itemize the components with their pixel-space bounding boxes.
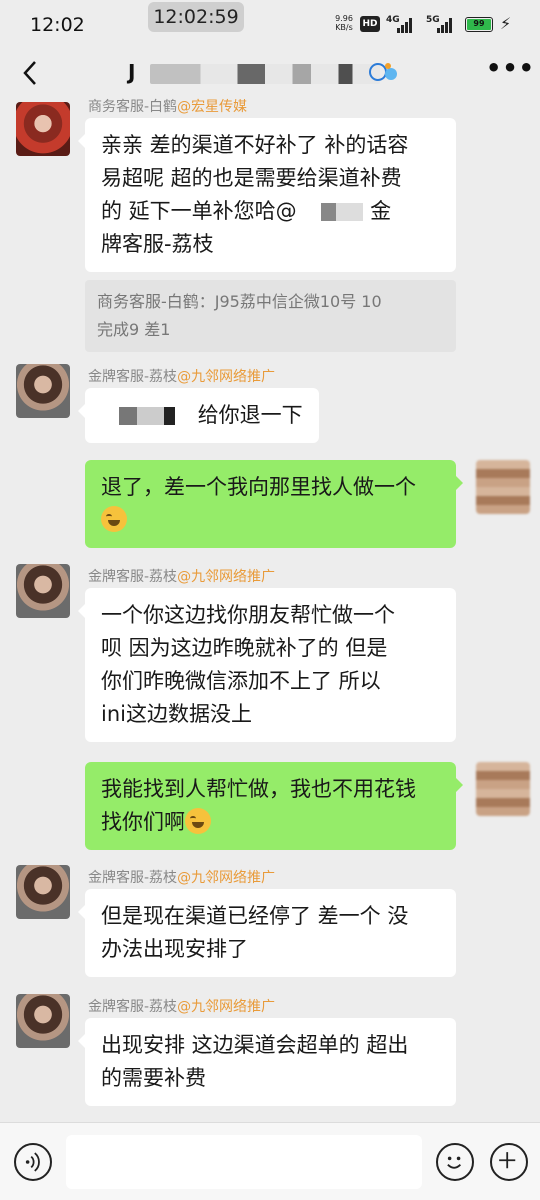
message-line: 办法出现安排了 xyxy=(101,937,248,961)
charging-icon: ⚡ xyxy=(500,14,512,33)
message-text: 给你退一下 xyxy=(197,403,303,427)
message-line: 牌客服-荔枝 xyxy=(101,232,214,256)
message-list[interactable]: 商务客服-白鹤@宏星传媒 亲亲 差的渠道不好补了 补的话容 易超呢 超的也是需要… xyxy=(0,98,540,1122)
quote-line: 完成9 差1 xyxy=(97,320,171,339)
redacted-title xyxy=(150,64,380,84)
signal-bars-icon xyxy=(397,17,415,33)
sender-label: 金牌客服-荔枝@九邻网络推广 xyxy=(88,996,275,1016)
facepalm-emoji-icon xyxy=(101,506,127,532)
message-line: 的 延下一单补您哈@ 金 xyxy=(101,195,440,228)
avatar[interactable] xyxy=(16,102,70,156)
more-options-icon[interactable]: ••• xyxy=(486,54,535,82)
message-line: 出现安排 这边渠道会超单的 超出 xyxy=(101,1033,409,1057)
message-line: 找你们啊 xyxy=(101,810,185,834)
network-speed-unit: KB/s xyxy=(335,23,353,32)
avatar[interactable] xyxy=(476,460,530,514)
battery-level: 99 xyxy=(467,19,491,30)
sender-name: 金牌客服-荔枝 xyxy=(88,870,178,886)
battery-icon: 99 xyxy=(465,17,493,32)
sender-name: 金牌客服-荔枝 xyxy=(88,999,178,1015)
sender-org: @九邻网络推广 xyxy=(177,870,276,886)
network-speed: 9.96 KB/s xyxy=(331,14,357,32)
message-line: 亲亲 差的渠道不好补了 补的话容 xyxy=(101,133,409,157)
message-bubble[interactable]: 退了，差一个我向那里找人做一个 xyxy=(85,460,463,548)
message-line: 呗 因为这边昨晚就补了的 但是 xyxy=(101,636,388,660)
status-bar: 12:02 12:02:59 9.96 KB/s HD 4G 5G 99 ⚡ xyxy=(0,0,540,50)
message-line: ini这边数据没上 xyxy=(101,702,252,726)
redacted-mention xyxy=(101,407,191,425)
input-bar xyxy=(0,1122,540,1200)
add-more-icon[interactable] xyxy=(490,1143,528,1181)
avatar[interactable] xyxy=(16,865,70,919)
voice-input-icon[interactable] xyxy=(14,1143,52,1181)
redacted-mention xyxy=(303,203,364,221)
sender-label: 金牌客服-荔枝@九邻网络推广 xyxy=(88,566,275,586)
quote-line: 商务客服-白鹤：J95荔中信企微10号 10 xyxy=(97,292,382,311)
avatar[interactable] xyxy=(16,994,70,1048)
mention-tail: 金 xyxy=(370,199,392,223)
back-arrow-icon[interactable] xyxy=(16,58,46,88)
message-line: 你们昨晚微信添加不上了 所以 xyxy=(101,669,381,693)
mention-prefix: 的 延下一单补您哈@ xyxy=(101,199,297,223)
message-bubble[interactable]: 给你退一下 xyxy=(78,388,319,443)
message-bubble[interactable]: 亲亲 差的渠道不好补了 补的话容 易超呢 超的也是需要给渠道补费 的 延下一单补… xyxy=(78,118,456,272)
wecom-verified-icon xyxy=(369,63,397,81)
screen-recording-clock: 12:02:59 xyxy=(148,2,244,32)
message-input[interactable] xyxy=(66,1135,422,1189)
sender-name: 金牌客服-荔枝 xyxy=(88,369,178,385)
message-line: 一个你这边找你朋友帮忙做一个 xyxy=(101,603,395,627)
avatar[interactable] xyxy=(16,564,70,618)
message-line: 我能找到人帮忙做，我也不用花钱 xyxy=(101,777,416,801)
quoted-message[interactable]: 商务客服-白鹤：J95荔中信企微10号 10 完成9 差1 xyxy=(85,280,456,352)
sender-org: @宏星传媒 xyxy=(177,99,248,115)
message-line: 易超呢 超的也是需要给渠道补费 xyxy=(101,166,402,190)
sender-name: 金牌客服-荔枝 xyxy=(88,569,178,585)
avatar[interactable] xyxy=(16,364,70,418)
sender-label: 金牌客服-荔枝@九邻网络推广 xyxy=(88,867,275,887)
sender-org: @九邻网络推广 xyxy=(177,369,276,385)
chat-header: J ••• xyxy=(0,50,540,98)
chat-title: J xyxy=(128,60,137,84)
hd-voice-icon: HD xyxy=(360,16,380,32)
sender-label: 金牌客服-荔枝@九邻网络推广 xyxy=(88,366,275,386)
message-line: 但是现在渠道已经停了 差一个 没 xyxy=(101,904,409,928)
message-bubble[interactable]: 一个你这边找你朋友帮忙做一个 呗 因为这边昨晚就补了的 但是 你们昨晚微信添加不… xyxy=(78,588,456,742)
emoji-icon[interactable] xyxy=(436,1143,474,1181)
sender-org: @九邻网络推广 xyxy=(177,569,276,585)
status-time: 12:02 xyxy=(30,14,85,36)
facepalm-emoji-icon xyxy=(185,808,211,834)
network-speed-value: 9.96 xyxy=(335,14,353,23)
sender-name: 商务客服-白鹤 xyxy=(88,99,178,115)
message-bubble[interactable]: 出现安排 这边渠道会超单的 超出 的需要补费 xyxy=(78,1018,456,1106)
message-line: 的需要补费 xyxy=(101,1066,206,1090)
sender-org: @九邻网络推广 xyxy=(177,999,276,1015)
message-bubble[interactable]: 但是现在渠道已经停了 差一个 没 办法出现安排了 xyxy=(78,889,456,977)
signal-bars-icon xyxy=(437,17,455,33)
message-text: 退了，差一个我向那里找人做一个 xyxy=(101,475,416,499)
sender-label: 商务客服-白鹤@宏星传媒 xyxy=(88,98,247,116)
avatar[interactable] xyxy=(476,762,530,816)
message-bubble[interactable]: 我能找到人帮忙做，我也不用花钱 找你们啊 xyxy=(85,762,463,850)
